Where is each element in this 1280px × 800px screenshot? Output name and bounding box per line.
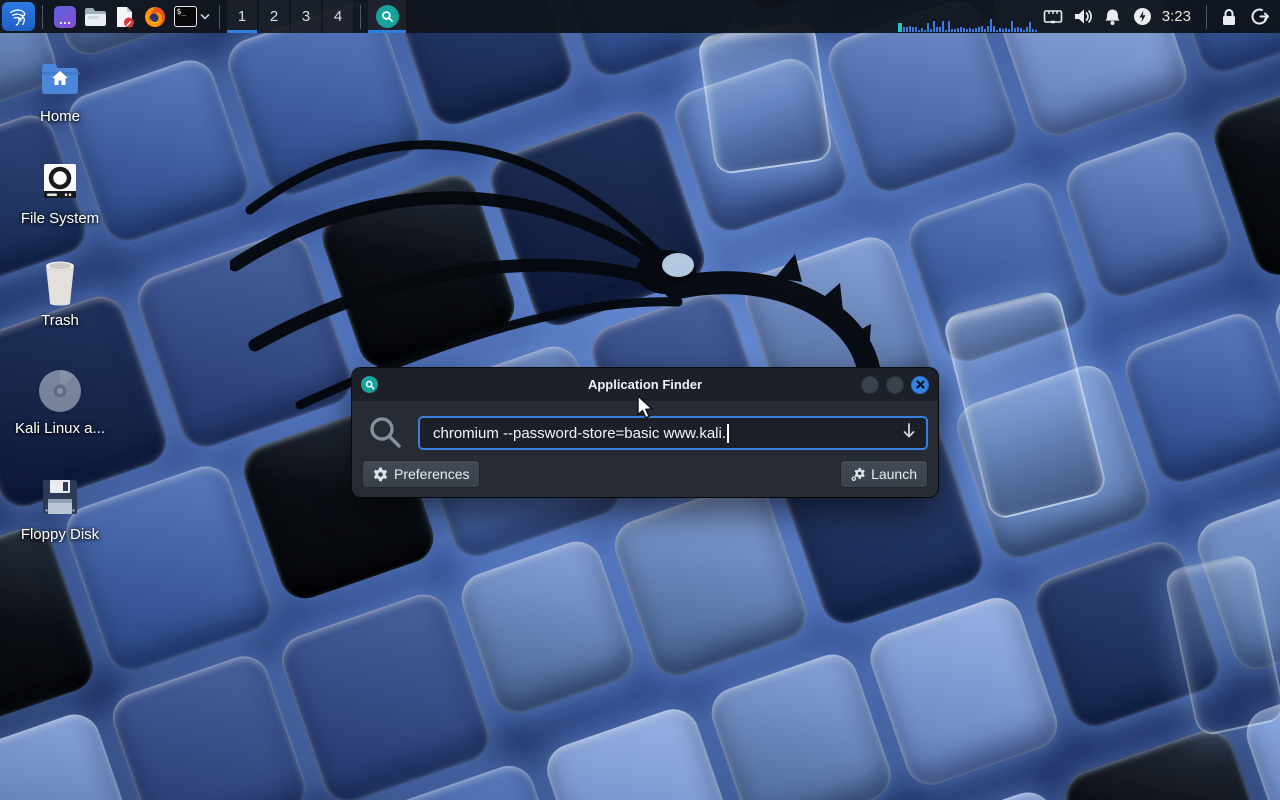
home-folder-icon [10, 56, 110, 102]
application-finder-window: Application Finder chromium --password-s… [352, 368, 938, 497]
minimize-button[interactable] [861, 376, 879, 394]
terminal-icon: $_ [174, 6, 197, 27]
applications-menu-button[interactable] [2, 2, 35, 31]
folder-icon [84, 7, 107, 27]
desktop-icon-label: Kali Linux a... [10, 420, 110, 437]
command-input-value: chromium --password-store=basic www.kali… [433, 425, 726, 442]
launcher-dashboard[interactable] [50, 1, 80, 32]
clock[interactable]: 3:23 [1158, 8, 1199, 25]
launcher-file-manager[interactable] [80, 1, 110, 32]
panel-separator [42, 5, 43, 29]
workspace-pager: 1 2 3 4 [227, 0, 353, 33]
wallpaper-cube [1060, 125, 1238, 303]
logout-icon[interactable] [1244, 0, 1274, 33]
desktop-icon-home[interactable]: Home [10, 56, 110, 125]
workspace-button-1[interactable]: 1 [227, 0, 257, 33]
wallpaper-cube [106, 649, 313, 800]
desktop-icon-kali-linux[interactable]: Kali Linux a... [10, 368, 110, 437]
panel-separator [360, 5, 361, 29]
wallpaper-cube [275, 587, 496, 800]
preferences-button[interactable]: Preferences [362, 460, 480, 488]
launch-button[interactable]: Launch [840, 460, 928, 488]
search-icon [367, 414, 403, 450]
volume-tray-icon[interactable] [1068, 0, 1098, 33]
wallpaper-cube [705, 648, 898, 800]
desktop-icon-trash[interactable]: Trash [10, 260, 110, 329]
desktop-icon-floppy-disk[interactable]: Floppy Disk [10, 474, 110, 543]
wallpaper-cube [608, 477, 814, 683]
window-title: Application Finder [352, 377, 938, 392]
lock-screen-icon[interactable] [1214, 0, 1244, 33]
run-gear-icon [851, 467, 865, 482]
panel-separator [1206, 5, 1207, 29]
taskbar-button-application-finder[interactable] [368, 0, 406, 33]
kali-dragon-icon [8, 6, 30, 28]
power-manager-tray-icon[interactable] [1128, 0, 1158, 33]
maximize-button[interactable] [886, 376, 904, 394]
desktop-icon-file-system[interactable]: File System [10, 158, 110, 227]
document-edit-icon [115, 6, 136, 28]
desktop-icon-label: Trash [10, 312, 110, 329]
mouse-cursor [637, 395, 655, 421]
optical-disc-icon [10, 368, 110, 414]
desktop-icon-label: Home [10, 108, 110, 125]
launcher-terminal[interactable]: $_ [170, 1, 200, 32]
floppy-disk-icon [10, 474, 110, 520]
desktop-icon-label: Floppy Disk [10, 526, 110, 543]
command-input[interactable]: chromium --password-store=basic www.kali… [418, 416, 928, 450]
hard-drive-icon [10, 158, 110, 204]
workspace-button-2[interactable]: 2 [259, 0, 289, 33]
panel-separator [219, 5, 220, 29]
wallpaper-cube [863, 591, 1064, 792]
trash-bin-icon [10, 260, 110, 306]
gear-icon [373, 467, 388, 482]
close-button[interactable] [911, 376, 929, 394]
appfinder-icon [376, 5, 399, 28]
cpu-graph[interactable] [898, 17, 1038, 32]
preferences-label: Preferences [394, 466, 469, 482]
workspace-button-3[interactable]: 3 [291, 0, 321, 33]
network-tray-icon[interactable] [1038, 0, 1068, 33]
notifications-tray-icon[interactable] [1098, 0, 1128, 33]
terminal-dropdown-chevron-icon[interactable] [200, 11, 212, 23]
desktop-icon-label: File System [10, 210, 110, 227]
firefox-icon [144, 6, 166, 28]
dashboard-icon [54, 6, 76, 28]
close-icon [916, 380, 925, 389]
wallpaper-cube [1118, 307, 1280, 489]
launch-label: Launch [871, 466, 917, 482]
wallpaper-cube [455, 535, 641, 721]
workspace-button-4[interactable]: 4 [323, 0, 353, 33]
launcher-text-editor[interactable] [110, 1, 140, 32]
top-panel: $_ 1 2 3 4 [0, 0, 1280, 33]
input-dropdown-arrow-icon[interactable] [902, 423, 916, 444]
launcher-firefox[interactable] [140, 1, 170, 32]
text-caret [727, 424, 729, 443]
